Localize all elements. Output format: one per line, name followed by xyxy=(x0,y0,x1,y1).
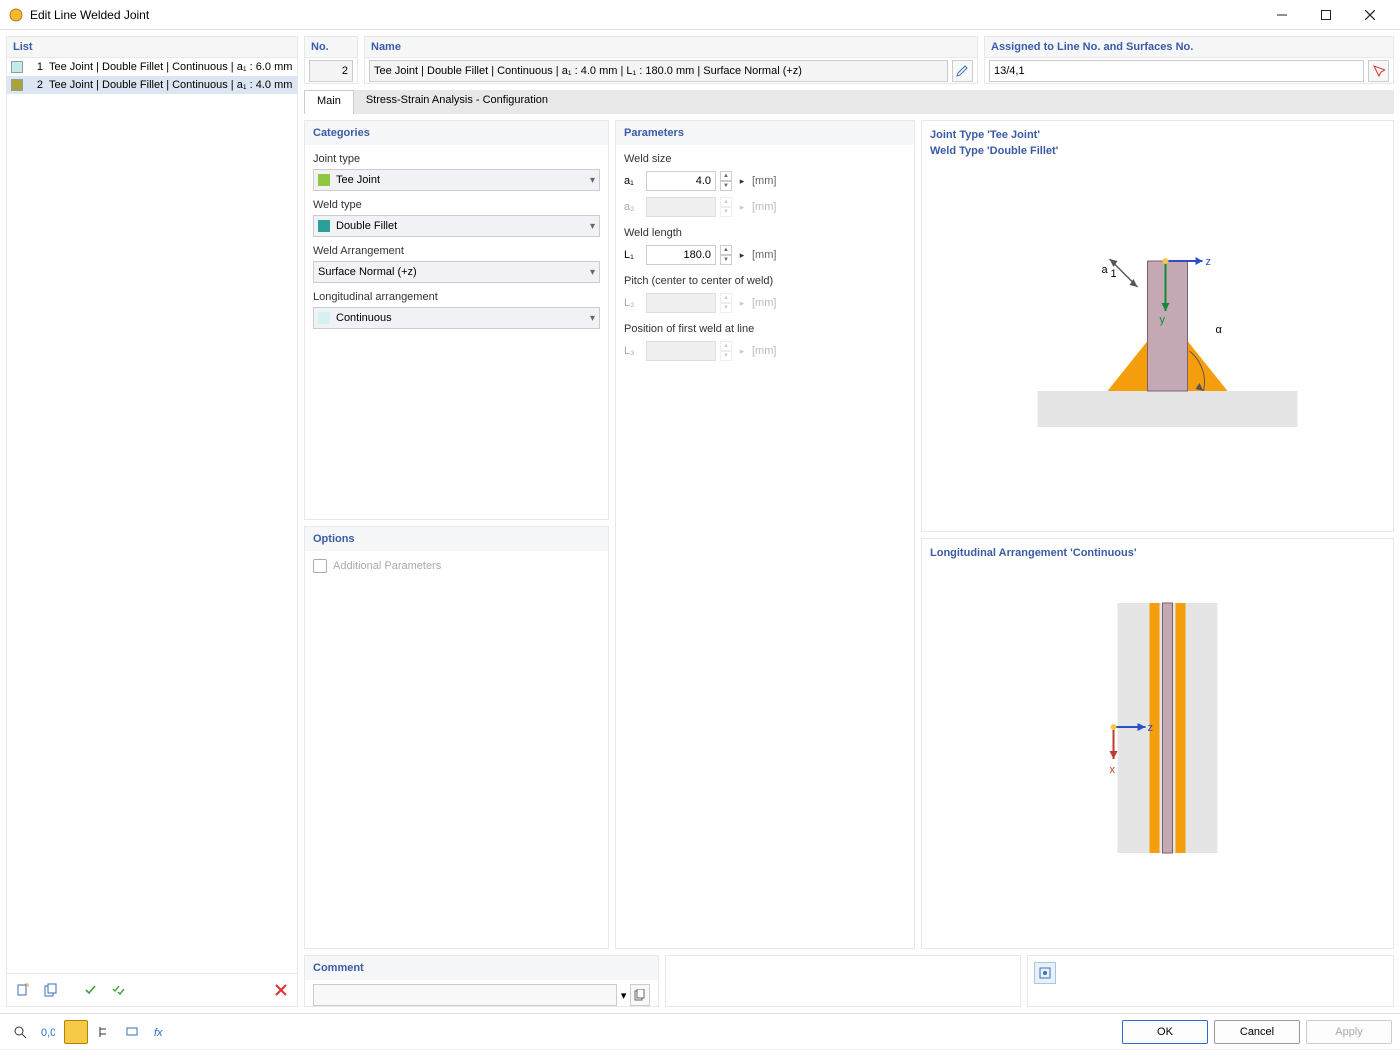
app-icon xyxy=(8,7,24,23)
pick-icon[interactable] xyxy=(1368,60,1389,82)
chevron-down-icon: ▾ xyxy=(590,221,595,232)
blank-panel xyxy=(665,955,1020,1007)
chevron-down-icon: ▾ xyxy=(590,175,595,186)
no-box: No. xyxy=(304,36,358,84)
preview-long-panel: Longitudinal Arrangement 'Continuous' z xyxy=(921,538,1394,950)
svg-text:z: z xyxy=(1206,256,1212,268)
assign-input[interactable] xyxy=(989,60,1364,82)
list-items: 1 Tee Joint | Double Fillet | Continuous… xyxy=(7,58,297,973)
spinner-icon[interactable]: ▲▼ xyxy=(720,171,732,191)
apply-settings-icon[interactable] xyxy=(1034,962,1056,984)
titlebar: Edit Line Welded Joint xyxy=(0,0,1400,30)
svg-text:0,00: 0,00 xyxy=(41,1027,55,1039)
arrow-right-icon: ▸ xyxy=(736,346,748,357)
spinner-icon: ▲▼ xyxy=(720,293,732,313)
spinner-icon: ▲▼ xyxy=(720,341,732,361)
svg-text:z: z xyxy=(1148,722,1154,734)
delete-icon[interactable] xyxy=(269,978,293,1002)
comment-copy-icon[interactable] xyxy=(630,984,650,1006)
arrow-right-icon[interactable]: ▸ xyxy=(736,250,748,261)
dialog-footer: 0,00 fx OK Cancel Apply xyxy=(0,1013,1400,1049)
tab-main[interactable]: Main xyxy=(304,90,354,114)
list-panel: List 1 Tee Joint | Double Fillet | Conti… xyxy=(6,36,298,1007)
maximize-button[interactable] xyxy=(1304,1,1348,29)
l3-input xyxy=(646,341,716,361)
comment-panel: Comment ▾ xyxy=(304,955,659,1007)
comment-input[interactable] xyxy=(313,984,617,1006)
joint-diagram: z y a1 α xyxy=(930,161,1385,451)
name-box: Name xyxy=(364,36,978,84)
search-icon[interactable] xyxy=(8,1020,32,1044)
square-swatch-icon xyxy=(318,312,330,324)
additional-params-checkbox[interactable]: Additional Parameters xyxy=(313,559,600,573)
svg-text:x: x xyxy=(1110,764,1116,776)
svg-text:fx: fx xyxy=(154,1027,163,1039)
minimize-button[interactable] xyxy=(1260,1,1304,29)
close-button[interactable] xyxy=(1348,1,1392,29)
square-swatch-icon xyxy=(318,174,330,186)
tab-ssa[interactable]: Stress-Strain Analysis - Configuration xyxy=(354,90,560,114)
square-swatch-icon xyxy=(318,220,330,232)
chevron-down-icon: ▾ xyxy=(590,267,595,278)
ok-button[interactable]: OK xyxy=(1122,1020,1208,1044)
a2-input xyxy=(646,197,716,217)
spinner-icon: ▲▼ xyxy=(720,197,732,217)
list-toolbar xyxy=(7,973,297,1006)
edit-name-icon[interactable] xyxy=(952,60,973,82)
list-item[interactable]: 1 Tee Joint | Double Fillet | Continuous… xyxy=(7,58,297,76)
list-item[interactable]: 2 Tee Joint | Double Fillet | Continuous… xyxy=(7,76,297,94)
preview-joint-panel: Joint Type 'Tee Joint' Weld Type 'Double… xyxy=(921,120,1394,532)
l2-input xyxy=(646,293,716,313)
color-swatch-icon[interactable] xyxy=(64,1020,88,1044)
item-swatch xyxy=(11,79,23,91)
function-icon[interactable]: fx xyxy=(148,1020,172,1044)
joint-type-select[interactable]: Tee Joint ▾ xyxy=(313,169,600,191)
arrow-right-icon: ▸ xyxy=(736,298,748,309)
arrangement-select[interactable]: Surface Normal (+z) ▾ xyxy=(313,261,600,283)
l1-input[interactable] xyxy=(646,245,716,265)
categories-panel: Categories Joint type Tee Joint ▾ Weld t… xyxy=(304,120,609,520)
view-icon[interactable] xyxy=(120,1020,144,1044)
arrow-right-icon: ▸ xyxy=(736,202,748,213)
list-header: List xyxy=(7,37,297,58)
chevron-down-icon[interactable]: ▾ xyxy=(621,989,627,1002)
action-panel xyxy=(1027,955,1394,1007)
chevron-down-icon: ▾ xyxy=(590,313,595,324)
item-swatch xyxy=(11,61,23,73)
tree-icon[interactable] xyxy=(92,1020,116,1044)
arrow-right-icon[interactable]: ▸ xyxy=(736,176,748,187)
name-input[interactable] xyxy=(369,60,948,82)
window-title: Edit Line Welded Joint xyxy=(30,8,1260,22)
checkbox-icon xyxy=(313,559,327,573)
svg-text:α: α xyxy=(1216,324,1223,336)
options-panel: Options Additional Parameters xyxy=(304,526,609,949)
copy-icon[interactable] xyxy=(39,978,63,1002)
tabs: Main Stress-Strain Analysis - Configurat… xyxy=(304,90,1394,114)
spinner-icon[interactable]: ▲▼ xyxy=(720,245,732,265)
a1-input[interactable] xyxy=(646,171,716,191)
check-icon[interactable] xyxy=(79,978,103,1002)
weld-type-select[interactable]: Double Fillet ▾ xyxy=(313,215,600,237)
no-input[interactable] xyxy=(309,60,353,82)
apply-button[interactable]: Apply xyxy=(1306,1020,1392,1044)
svg-text:1: 1 xyxy=(1111,268,1117,280)
new-icon[interactable] xyxy=(11,978,35,1002)
assign-box: Assigned to Line No. and Surfaces No. xyxy=(984,36,1394,84)
longitudinal-select[interactable]: Continuous ▾ xyxy=(313,307,600,329)
longitudinal-diagram: z x xyxy=(930,563,1385,893)
svg-text:y: y xyxy=(1160,314,1166,326)
parameters-panel: Parameters Weld size a₁ ▲▼ ▸ [mm] a₂ xyxy=(615,120,915,949)
cancel-button[interactable]: Cancel xyxy=(1214,1020,1300,1044)
checkall-icon[interactable] xyxy=(107,978,131,1002)
units-icon[interactable]: 0,00 xyxy=(36,1020,60,1044)
svg-text:a: a xyxy=(1102,264,1109,276)
